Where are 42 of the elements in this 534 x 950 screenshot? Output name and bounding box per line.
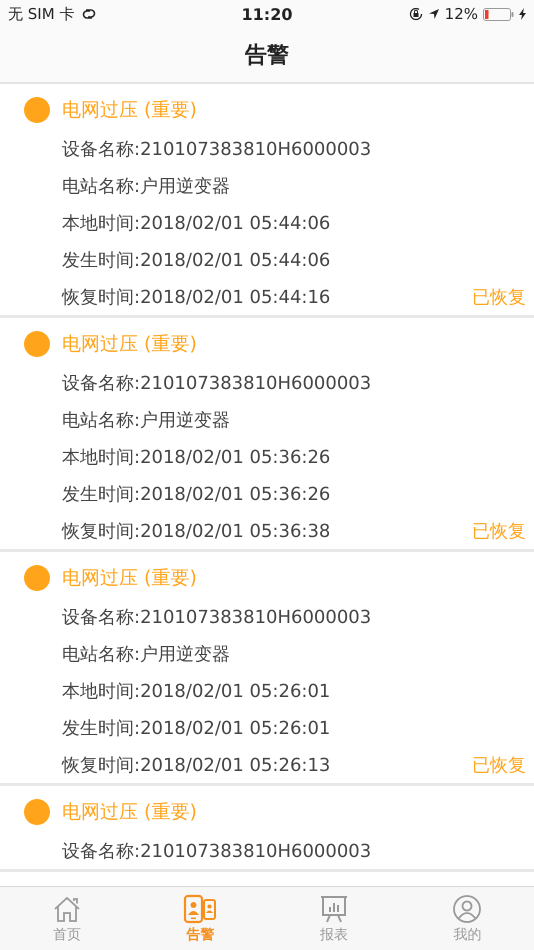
rotation-lock-icon: [408, 7, 423, 21]
page-title: 告警: [245, 42, 289, 70]
alarm-detail-text: 本地时间:2018/02/01 05:36:26: [62, 446, 330, 468]
clock-text: 11:20: [242, 4, 292, 24]
alarm-detail-text: 设备名称:210107383810H6000003: [62, 606, 372, 628]
alarm-detail-text: 设备名称:210107383810H6000003: [62, 840, 372, 862]
alarm-card[interactable]: 电网过压 (重要) 设备名称:210107383810H6000003 电站名称:户用逆变器 本地时间:2018/02/01 05:44:06 发生时间:2018/02/01 05:44:06 恢复时间:2018/02/01 05:44:16 已恢复: [0, 84, 534, 318]
alarm-detail-text: 恢复时间:2018/02/01 05:26:13: [62, 754, 330, 776]
recovered-status: 已恢复: [472, 520, 526, 542]
profile-icon: [452, 894, 482, 924]
charging-icon: [519, 8, 526, 20]
alarm-detail-text: 发生时间:2018/02/01 05:26:01: [62, 716, 330, 740]
alarm-card[interactable]: 电网过压 (重要) 设备名称:210107383810H6000003 电站名称:户用逆变器 本地时间:2018/02/01 05:36:26 发生时间:2018/02/01 05:36:26 恢复时间:2018/02/01 05:36:38 已恢复: [0, 318, 534, 552]
phones-icon: [183, 894, 218, 924]
battery-text: 12%: [444, 5, 478, 23]
alarm-title: 电网过压 (重要): [62, 800, 197, 825]
location-icon: [428, 8, 440, 20]
alarm-detail-text: 设备名称:210107383810H6000003: [62, 372, 372, 394]
alarm-detail-text: 发生时间:2018/02/01 05:36:26: [62, 482, 330, 506]
alarm-dot-icon: [24, 331, 50, 357]
alarm-dot-icon: [24, 97, 50, 123]
alarm-detail-text: 本地时间:2018/02/01 05:26:01: [62, 680, 330, 702]
recovered-status: 已恢复: [472, 754, 526, 776]
alarm-card[interactable]: 电网过压 (重要) 设备名称:210107383810H6000003 电站名称:户用逆变器 本地时间:2018/02/01 05:26:01 发生时间:2018/02/01 05:26:01 恢复时间:2018/02/01 05:26:13 已恢复: [0, 552, 534, 786]
alarm-detail-text: 电站名称:户用逆变器: [62, 408, 230, 432]
alarm-title: 电网过压 (重要): [62, 98, 197, 123]
alarm-detail-text: 发生时间:2018/02/01 05:44:06: [62, 248, 330, 272]
alarm-dot-icon: [24, 799, 50, 825]
carrier-text: 无 SIM 卡: [8, 4, 74, 24]
alarm-detail-text: 恢复时间:2018/02/01 05:44:16: [62, 286, 330, 308]
alarm-detail-text: 本地时间:2018/02/01 05:44:06: [62, 212, 330, 234]
alarm-detail-text: 电站名称:户用逆变器: [62, 642, 230, 666]
alarm-dot-icon: [24, 565, 50, 591]
alarm-detail-text: 恢复时间:2018/02/01 05:36:38: [62, 520, 330, 542]
presentation-chart-icon: [318, 894, 349, 924]
battery-icon: [483, 8, 514, 20]
alarm-card[interactable]: 电网过压 (重要) 设备名称:210107383810H6000003: [0, 786, 534, 872]
alarm-detail-text: 设备名称:210107383810H6000003: [62, 138, 372, 160]
alarm-title: 电网过压 (重要): [62, 566, 197, 591]
alarm-title: 电网过压 (重要): [62, 332, 197, 357]
recovered-status: 已恢复: [472, 286, 526, 308]
alarm-detail-text: 电站名称:户用逆变器: [62, 174, 230, 198]
